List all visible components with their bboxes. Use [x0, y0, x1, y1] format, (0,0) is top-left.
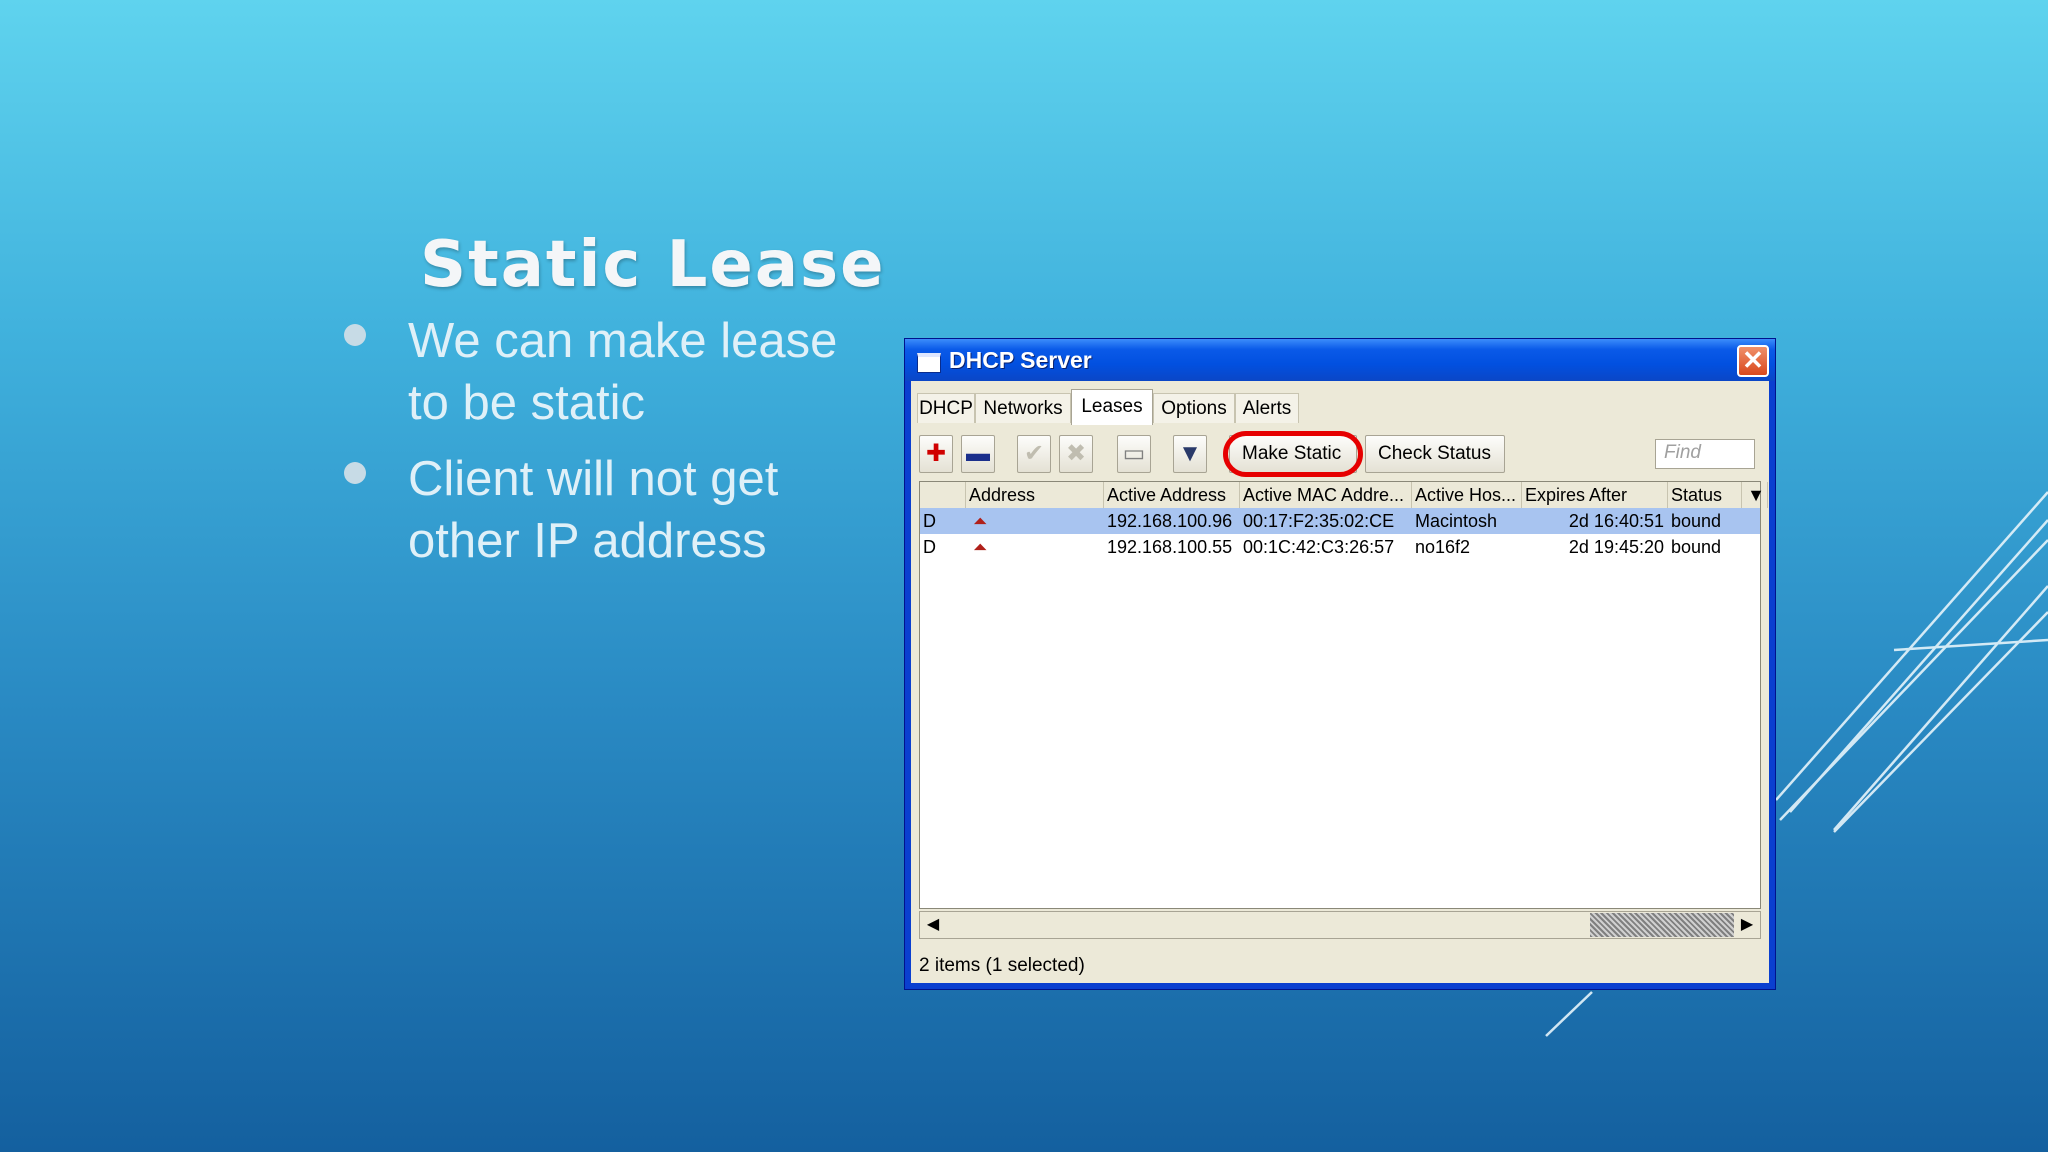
leases-table: Address Active Address Active MAC Addre.… — [919, 481, 1768, 909]
toolbar: ✚ ▬ ✔ ✖ ▭ ▼ Make Static Check Status Fin… — [919, 431, 1761, 477]
bullet-text: We can make lease to be static — [408, 314, 838, 430]
highlight-annotation — [1223, 431, 1363, 477]
add-icon[interactable]: ✚ — [919, 435, 953, 473]
remove-icon[interactable]: ▬ — [961, 435, 995, 473]
row-host: Macintosh — [1415, 511, 1498, 531]
row-expires: 2d 19:45:20 — [1568, 537, 1664, 557]
table-row[interactable]: D ⏶ 192.168.100.55 00:1C:42:C3:26:57 no1… — [920, 534, 1760, 560]
tab-options[interactable]: Options — [1153, 393, 1235, 423]
column-active-host[interactable]: Active Hos... — [1412, 482, 1522, 508]
bullet-dot-icon — [344, 324, 366, 346]
window-icon — [917, 353, 941, 373]
scroll-thumb[interactable] — [1590, 913, 1734, 937]
column-menu-icon[interactable]: ▼ — [1742, 482, 1768, 508]
tab-networks[interactable]: Networks — [975, 393, 1071, 423]
slide-title: Static Lease — [420, 228, 886, 302]
enable-icon[interactable]: ✔ — [1017, 435, 1051, 473]
scroll-right-icon[interactable]: ▶ — [1734, 912, 1760, 938]
row-flag: D — [923, 511, 936, 531]
lease-icon: ⏶ — [973, 537, 988, 557]
table-header: Address Active Address Active MAC Addre.… — [920, 482, 1768, 509]
comment-icon[interactable]: ▭ — [1117, 435, 1151, 473]
row-mac: 00:17:F2:35:02:CE — [1243, 511, 1395, 531]
bullet-list: We can make lease to be static Client wi… — [340, 310, 880, 586]
row-active-address: 192.168.100.55 — [1107, 537, 1233, 557]
lease-icon: ⏶ — [973, 511, 988, 531]
find-input[interactable]: Find — [1655, 439, 1755, 469]
window-title: DHCP Server — [949, 347, 1092, 373]
column-active-mac[interactable]: Active MAC Addre... — [1240, 482, 1412, 508]
scroll-left-icon[interactable]: ◀ — [920, 912, 946, 938]
table-row[interactable]: D ⏶ 192.168.100.96 00:17:F2:35:02:CE Mac… — [920, 508, 1760, 534]
close-button[interactable]: ✕ — [1737, 345, 1769, 377]
bullet-item: Client will not get other IP address — [340, 448, 880, 572]
row-host: no16f2 — [1415, 537, 1471, 557]
title-bar[interactable]: DHCP Server ✕ — [905, 339, 1775, 381]
column-address[interactable]: Address — [966, 482, 1104, 508]
row-status: bound — [1671, 537, 1722, 557]
column-active-address[interactable]: Active Address — [1104, 482, 1240, 508]
disable-icon[interactable]: ✖ — [1059, 435, 1093, 473]
tab-alerts[interactable]: Alerts — [1235, 393, 1299, 423]
bullet-text: Client will not get other IP address — [408, 452, 779, 568]
dhcp-server-window: DHCP Server ✕ DHCP Networks Leases Optio… — [904, 338, 1776, 990]
row-flag: D — [923, 537, 936, 557]
check-status-button[interactable]: Check Status — [1365, 435, 1505, 473]
row-active-address: 192.168.100.96 — [1107, 511, 1233, 531]
horizontal-scrollbar[interactable]: ◀ ▶ — [919, 911, 1761, 939]
row-status: bound — [1671, 511, 1722, 531]
window-client: DHCP Networks Leases Options Alerts ✚ ▬ … — [911, 381, 1769, 983]
column-status[interactable]: Status — [1668, 482, 1742, 508]
tab-dhcp[interactable]: DHCP — [917, 393, 975, 423]
filter-icon[interactable]: ▼ — [1173, 435, 1207, 473]
column-expires-after[interactable]: Expires After — [1522, 482, 1668, 508]
status-bar: 2 items (1 selected) — [919, 955, 1085, 976]
row-mac: 00:1C:42:C3:26:57 — [1243, 537, 1395, 557]
tab-leases[interactable]: Leases — [1071, 389, 1153, 425]
row-expires: 2d 16:40:51 — [1568, 511, 1664, 531]
bullet-item: We can make lease to be static — [340, 310, 880, 434]
bullet-dot-icon — [344, 462, 366, 484]
column-flag[interactable] — [920, 482, 966, 508]
